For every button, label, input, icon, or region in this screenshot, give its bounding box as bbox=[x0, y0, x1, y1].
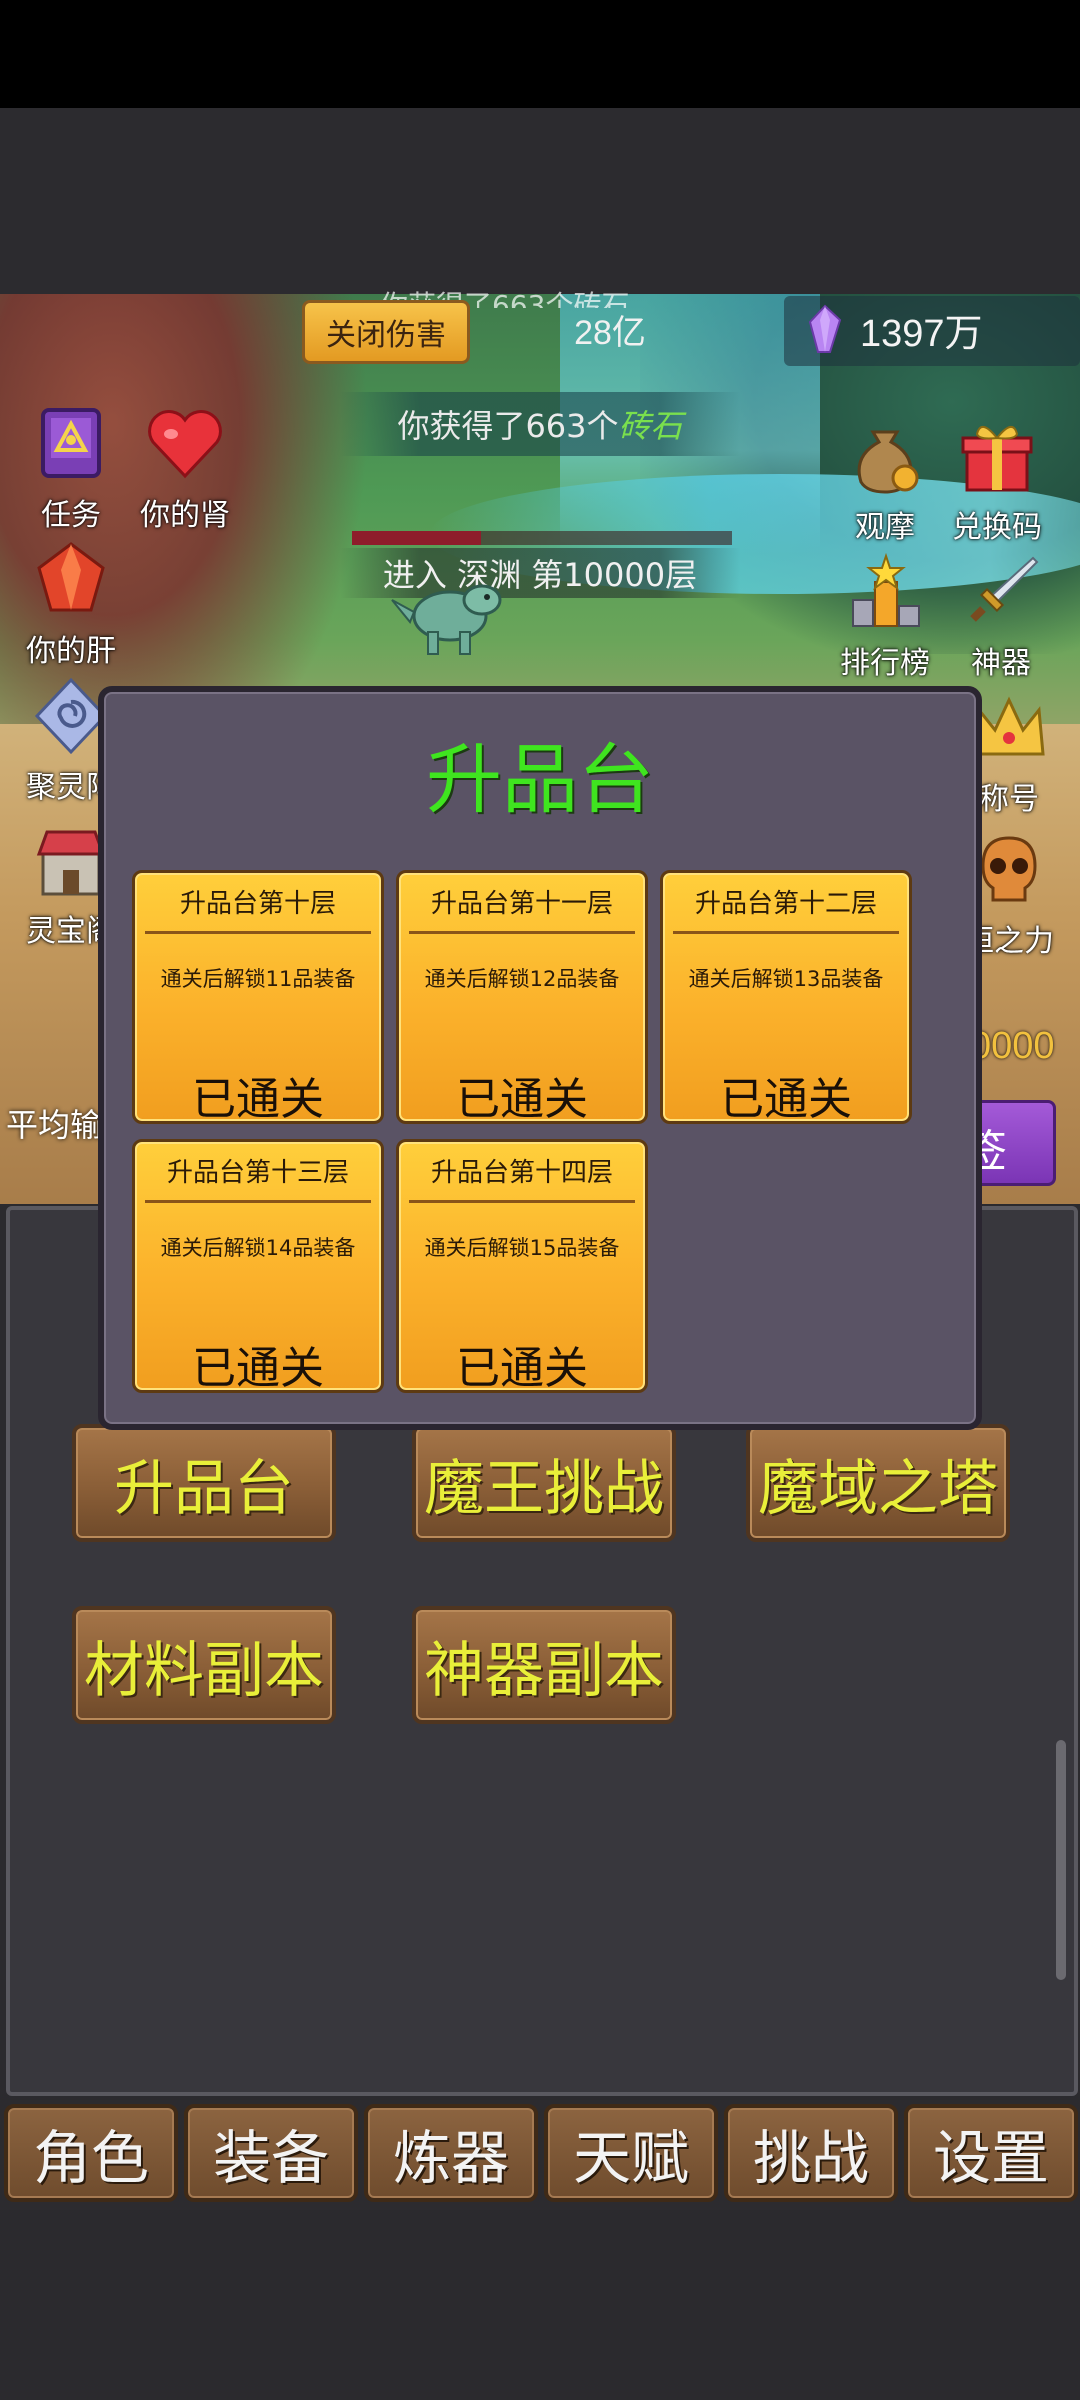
nav-settings[interactable]: 设置 bbox=[904, 2104, 1078, 2202]
side-icon-liver-label: 你的肝 bbox=[26, 634, 116, 669]
altar-level-card[interactable]: 升品台第十一层 通关后解锁12品装备 已通关 bbox=[396, 870, 648, 1125]
loot-message-prefix: 你获得了663个 bbox=[397, 407, 619, 445]
gem-counter: 1397万 bbox=[860, 312, 983, 355]
card-status: 已通关 bbox=[192, 1343, 324, 1394]
side-icon-quest-label: 任务 bbox=[41, 498, 101, 533]
altar-level-card[interactable]: 升品台第十四层 通关后解锁15品装备 已通关 bbox=[396, 1139, 648, 1394]
side-icon-observe[interactable]: 观摩 bbox=[820, 416, 950, 546]
side-icon-leaderboard[interactable]: 排行榜 bbox=[820, 552, 950, 682]
upgrade-altar-button[interactable]: 升品台 bbox=[72, 1424, 336, 1542]
card-description: 通关后解锁15品装备 bbox=[424, 1236, 620, 1260]
enemy-hp-fill bbox=[352, 531, 482, 545]
side-icon-artifact[interactable]: 神器 bbox=[936, 552, 1066, 682]
card-divider bbox=[409, 931, 635, 934]
altar-level-card[interactable]: 升品台第十二层 通关后解锁13品装备 已通关 bbox=[660, 870, 912, 1125]
money-bag-icon bbox=[857, 430, 919, 494]
card-status: 已通关 bbox=[192, 1074, 324, 1125]
side-icon-artifact-label: 神器 bbox=[971, 646, 1031, 681]
card-description: 通关后解锁14品装备 bbox=[160, 1236, 356, 1260]
podium-star-icon bbox=[852, 552, 920, 627]
power-number: 0000 bbox=[970, 1025, 1055, 1067]
demon-tower-button[interactable]: 魔域之塔 bbox=[746, 1424, 1010, 1542]
card-divider bbox=[145, 931, 371, 934]
demon-king-challenge-button[interactable]: 魔王挑战 bbox=[412, 1424, 676, 1542]
card-status: 已通关 bbox=[456, 1074, 588, 1125]
nav-refine[interactable]: 炼器 bbox=[364, 2104, 538, 2202]
card-divider bbox=[673, 931, 899, 934]
close-damage-button[interactable]: 关闭伤害 bbox=[302, 300, 470, 364]
card-status: 已通关 bbox=[720, 1074, 852, 1125]
altar-level-card[interactable]: 升品台第十三层 通关后解锁14品装备 已通关 bbox=[132, 1139, 384, 1394]
enemy-hp-bar bbox=[352, 531, 732, 545]
nav-challenge[interactable]: 挑战 bbox=[724, 2104, 898, 2202]
side-icon-redeem-code[interactable]: 兑换码 bbox=[932, 416, 1062, 546]
card-description: 通关后解锁13品装备 bbox=[688, 967, 884, 991]
card-title: 升品台第十四层 bbox=[430, 1158, 613, 1188]
status-bar-area bbox=[0, 0, 1080, 108]
card-title: 升品台第十三层 bbox=[166, 1158, 349, 1188]
side-icon-kidney-label: 你的肾 bbox=[140, 498, 230, 533]
side-icon-liver[interactable]: 你的肝 bbox=[6, 540, 136, 670]
gift-box-icon bbox=[961, 426, 1033, 492]
card-description: 通关后解锁12品装备 bbox=[424, 967, 620, 991]
letterbox-bottom bbox=[0, 2210, 1080, 2400]
sword-icon bbox=[970, 556, 1039, 622]
side-icon-observe-label: 观摩 bbox=[855, 510, 915, 545]
altar-level-card[interactable]: 升品台第十层 通关后解锁11品装备 已通关 bbox=[132, 870, 384, 1125]
dinosaur-monster-icon bbox=[391, 584, 502, 655]
nav-equipment[interactable]: 装备 bbox=[184, 2104, 358, 2202]
card-title: 升品台第十二层 bbox=[694, 889, 877, 919]
loot-message: 你获得了663个 砖石 bbox=[340, 392, 740, 456]
average-output-label: 平均输 bbox=[6, 1106, 103, 1144]
panel-scrollbar[interactable] bbox=[1056, 1740, 1066, 1980]
card-divider bbox=[145, 1200, 371, 1203]
side-icon-kidney[interactable]: 你的肾 bbox=[120, 404, 250, 534]
red-crystal-icon bbox=[37, 542, 105, 612]
nav-character[interactable]: 角色 bbox=[4, 2104, 178, 2202]
purple-gem-icon bbox=[808, 304, 842, 353]
loot-message-item: 砖石 bbox=[618, 407, 683, 445]
card-title: 升品台第十层 bbox=[179, 889, 336, 919]
card-status: 已通关 bbox=[456, 1343, 588, 1394]
side-icon-quest[interactable]: 任务 bbox=[6, 404, 136, 534]
card-description: 通关后解锁11品装备 bbox=[160, 967, 356, 991]
card-divider bbox=[409, 1200, 635, 1203]
spellbook-icon bbox=[41, 408, 101, 478]
material-dungeon-button[interactable]: 材料副本 bbox=[72, 1606, 336, 1724]
gold-counter: 28亿 bbox=[574, 313, 646, 352]
card-title: 升品台第十一层 bbox=[430, 889, 613, 919]
nav-talent[interactable]: 天赋 bbox=[544, 2104, 718, 2202]
heart-icon bbox=[148, 410, 222, 479]
dialog-title: 升品台 bbox=[426, 735, 654, 824]
artifact-dungeon-button[interactable]: 神器副本 bbox=[412, 1606, 676, 1724]
side-icon-leaderboard-label: 排行榜 bbox=[840, 646, 930, 681]
side-icon-redeem-code-label: 兑换码 bbox=[952, 510, 1042, 545]
letterbox-top bbox=[0, 108, 1080, 294]
